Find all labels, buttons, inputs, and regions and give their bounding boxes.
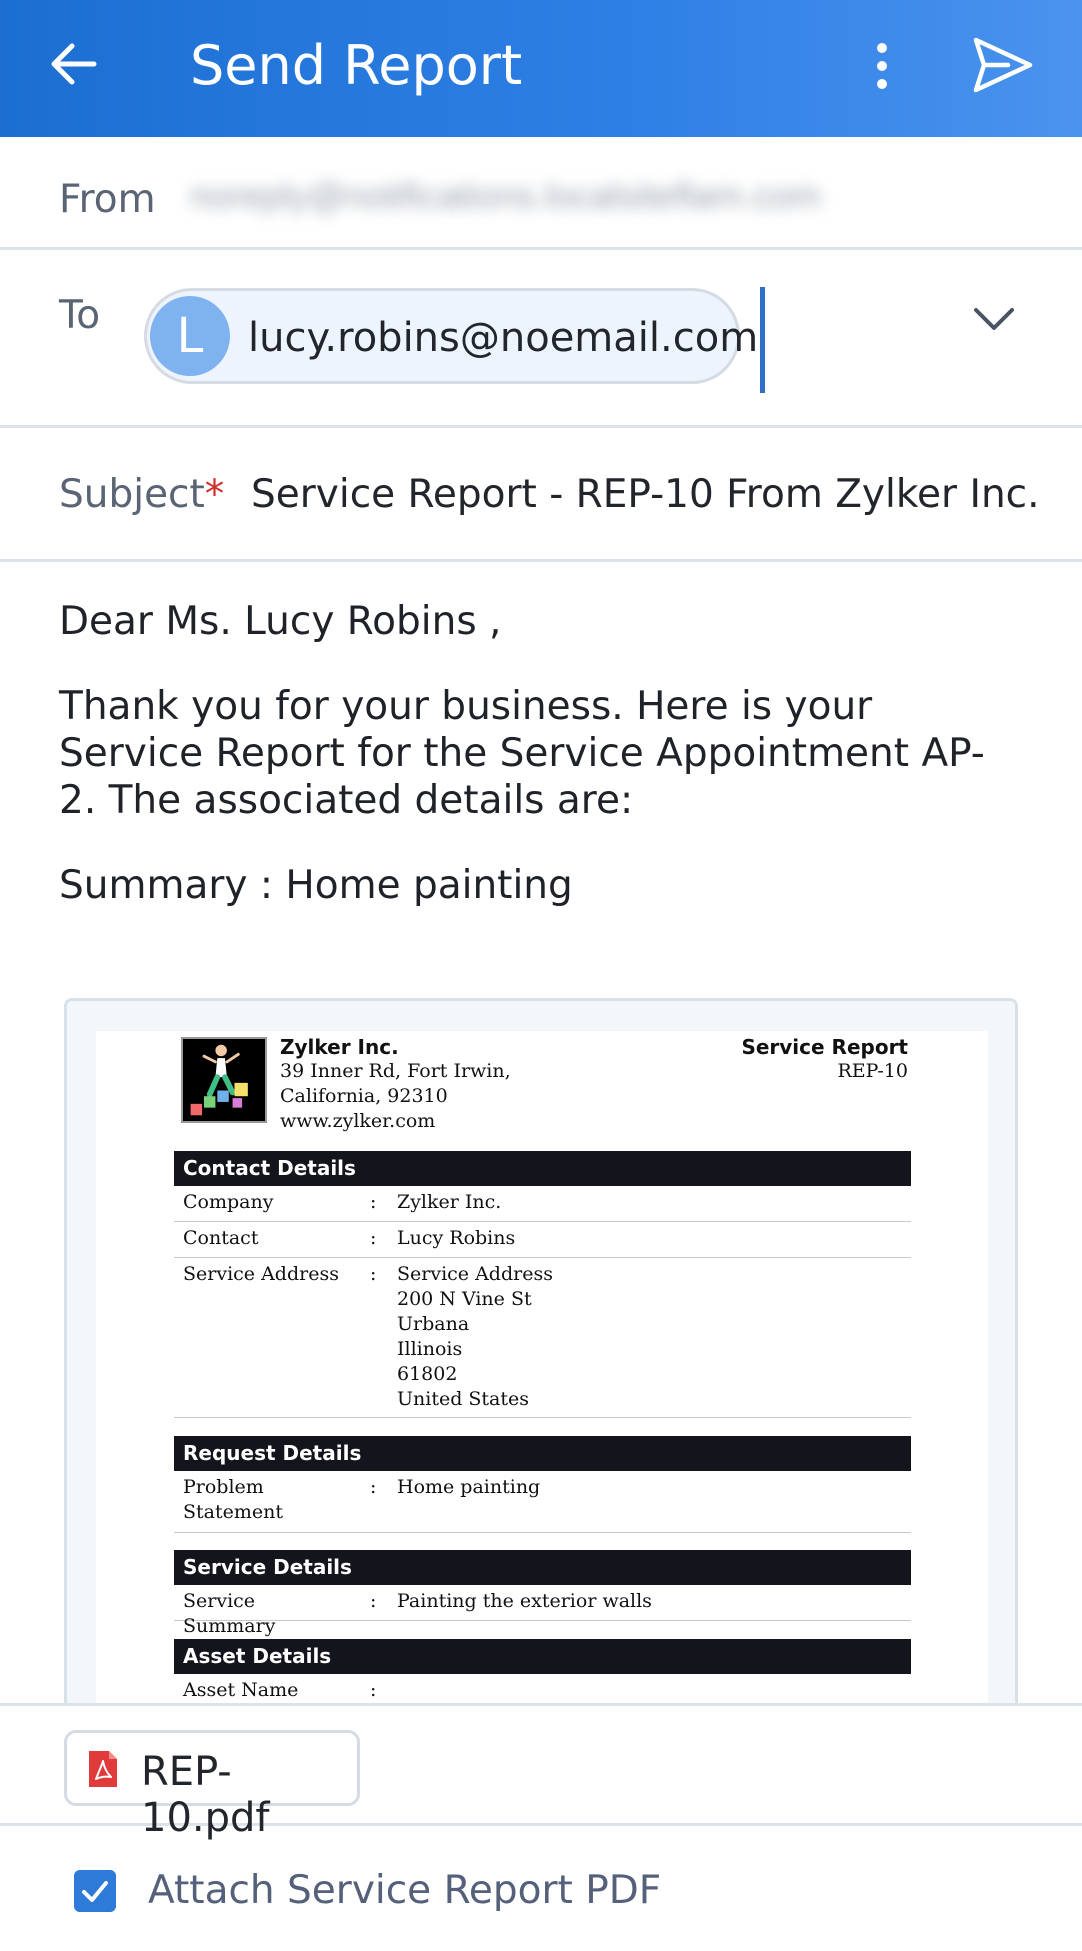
address-line: United States xyxy=(397,1388,530,1410)
table-row: Problem Statement : Home painting xyxy=(174,1471,911,1533)
row-key: Company xyxy=(183,1191,274,1213)
to-input-cursor[interactable] xyxy=(760,287,765,393)
row-value: Zylker Inc. xyxy=(397,1191,502,1213)
row-colon: : xyxy=(370,1679,377,1701)
more-options-icon[interactable] xyxy=(860,36,904,96)
address-line: Service Address xyxy=(397,1263,553,1285)
back-arrow-icon[interactable] xyxy=(44,34,104,94)
to-row: To L lucy.robins@noemail.com xyxy=(0,250,1082,428)
report-number: REP-10 xyxy=(837,1060,908,1082)
row-colon: : xyxy=(370,1191,377,1213)
address-line: 61802 xyxy=(397,1363,458,1385)
app-bar: Send Report xyxy=(0,0,1082,137)
to-label: To xyxy=(59,293,101,338)
chevron-down-icon[interactable] xyxy=(972,302,1016,336)
pdf-file-icon xyxy=(89,1751,117,1787)
row-value: Home painting xyxy=(397,1476,541,1498)
report-sheet: Zylker Inc. 39 Inner Rd, Fort Irwin, Cal… xyxy=(96,1031,988,1708)
row-key: Problem Statement xyxy=(183,1475,343,1525)
key-line: Problem xyxy=(183,1476,264,1498)
subject-field[interactable]: Service Report - REP-10 From Zylker Inc. xyxy=(251,472,1040,517)
attachment-chip[interactable]: REP-10.pdf xyxy=(64,1730,360,1841)
address-line: 200 N Vine St xyxy=(397,1288,532,1310)
key-line: Statement xyxy=(183,1501,283,1523)
table-row: Company : Zylker Inc. xyxy=(174,1186,911,1222)
company-logo xyxy=(181,1037,267,1123)
row-key: Service Address xyxy=(183,1263,339,1285)
row-colon: : xyxy=(370,1227,377,1249)
row-colon: : xyxy=(370,1476,377,1498)
attach-pdf-option: Attach Service Report PDF xyxy=(0,1826,1082,1951)
row-colon: : xyxy=(370,1263,377,1285)
report-preview[interactable]: Zylker Inc. 39 Inner Rd, Fort Irwin, Cal… xyxy=(64,998,1018,1708)
report-title: Service Report xyxy=(741,1035,908,1059)
row-value: Painting the exterior walls xyxy=(397,1590,652,1612)
attach-pdf-checkbox[interactable] xyxy=(74,1870,116,1912)
greeting: Dear Ms. Lucy Robins , xyxy=(59,599,502,644)
row-key: Asset Name xyxy=(183,1679,299,1701)
attach-pdf-label[interactable]: Attach Service Report PDF xyxy=(148,1868,661,1913)
row-value: Lucy Robins xyxy=(397,1227,516,1249)
report-website: www.zylker.com xyxy=(280,1110,436,1132)
report-address-line-1: 39 Inner Rd, Fort Irwin, xyxy=(280,1060,511,1082)
section-request-details: Request Details xyxy=(174,1436,911,1471)
report-address-line-2: California, 92310 xyxy=(280,1085,448,1107)
table-row: Service Summary : Painting the exterior … xyxy=(174,1585,911,1637)
avatar: L xyxy=(150,296,230,376)
row-key: Contact xyxy=(183,1227,259,1249)
from-address: noreply@notifications.localsiteflam.com xyxy=(190,175,821,215)
from-label: From xyxy=(59,177,156,222)
attachment-row: REP-10.pdf xyxy=(0,1703,1082,1841)
table-row: Service Address : Service Address 200 N … xyxy=(174,1258,911,1418)
subject-row: Subject* Service Report - REP-10 From Zy… xyxy=(0,428,1082,562)
recipient-chip[interactable]: L lucy.robins@noemail.com xyxy=(144,288,758,384)
send-icon[interactable] xyxy=(968,30,1038,100)
required-mark: * xyxy=(204,472,225,517)
address-line: Urbana xyxy=(397,1313,470,1335)
recipient-email: lucy.robins@noemail.com xyxy=(248,315,759,361)
body-paragraph: Thank you for your business. Here is you… xyxy=(59,684,985,823)
report-company-name: Zylker Inc. xyxy=(280,1035,399,1059)
section-service-details: Service Details xyxy=(174,1550,911,1585)
from-row: From noreply@notifications.localsiteflam… xyxy=(0,137,1082,250)
row-colon: : xyxy=(370,1590,377,1612)
summary-line: Summary : Home painting xyxy=(59,863,573,908)
address-line: Illinois xyxy=(397,1338,463,1360)
message-body[interactable]: Dear Ms. Lucy Robins , Thank you for you… xyxy=(59,598,1019,947)
subject-label: Subject* xyxy=(59,472,224,517)
row-key: Service Summary xyxy=(183,1590,276,1637)
page-title: Send Report xyxy=(190,34,523,97)
section-asset-details: Asset Details xyxy=(174,1639,911,1674)
row-value: Service Address 200 N Vine St Urbana Ill… xyxy=(397,1262,553,1412)
table-row: Contact : Lucy Robins xyxy=(174,1222,911,1258)
subject-label-text: Subject xyxy=(59,472,205,517)
section-contact-details: Contact Details xyxy=(174,1151,911,1186)
